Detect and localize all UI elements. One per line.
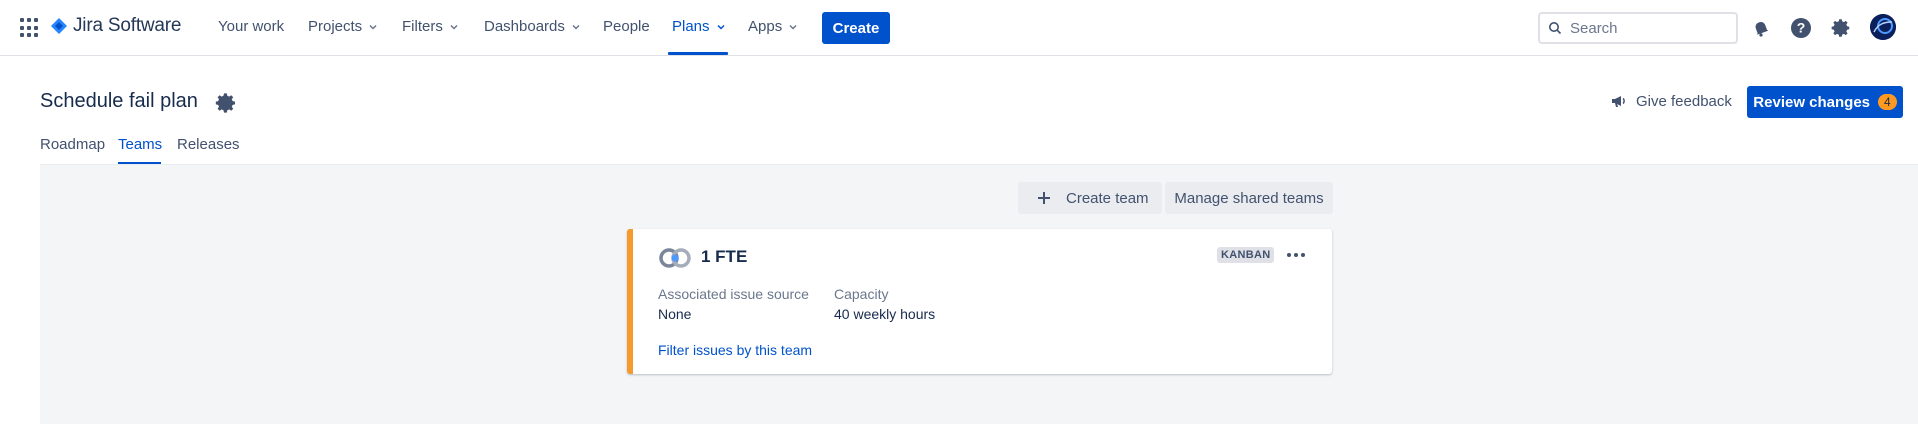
create-team-label: Create team bbox=[1066, 189, 1149, 207]
create-button[interactable]: Create bbox=[822, 12, 890, 44]
nav-label: Apps bbox=[748, 18, 783, 35]
question-circle-icon: ? bbox=[1791, 18, 1811, 38]
jira-diamond-icon bbox=[51, 18, 67, 34]
team-type-badge: KANBAN bbox=[1217, 247, 1275, 263]
gear-icon bbox=[1831, 19, 1850, 37]
gear-icon bbox=[215, 93, 235, 113]
nav-your-work[interactable]: Your work bbox=[218, 18, 284, 35]
nav-label: Filters bbox=[402, 18, 443, 35]
review-changes-count-badge: 4 bbox=[1878, 94, 1897, 110]
team-card: 1 FTE KANBAN Associated issue source Non… bbox=[627, 229, 1332, 374]
nav-dashboards[interactable]: Dashboards bbox=[484, 18, 581, 35]
nav-label: Projects bbox=[308, 18, 363, 35]
chevron-down-icon bbox=[369, 24, 377, 30]
capacity-label: Capacity bbox=[834, 286, 889, 302]
issue-source-value: None bbox=[658, 306, 692, 322]
active-nav-indicator bbox=[668, 52, 728, 55]
nav-label: Dashboards bbox=[484, 18, 565, 35]
chevron-down-icon bbox=[450, 24, 458, 30]
user-avatar[interactable] bbox=[1870, 14, 1896, 40]
nav-apps[interactable]: Apps bbox=[748, 18, 798, 35]
nav-label: Your work bbox=[218, 18, 285, 35]
create-team-button[interactable]: Create team bbox=[1018, 182, 1162, 214]
top-navigation: Jira Software Your work Projects Filters… bbox=[0, 0, 1918, 56]
chevron-down-icon bbox=[789, 24, 797, 30]
manage-shared-teams-button[interactable]: Manage shared teams bbox=[1165, 182, 1333, 214]
chevron-down-icon bbox=[572, 24, 580, 30]
plan-settings-icon[interactable] bbox=[214, 91, 238, 115]
filter-issues-link[interactable]: Filter issues by this team bbox=[658, 342, 812, 358]
review-changes-button[interactable]: Review changes 4 bbox=[1747, 86, 1903, 118]
nav-plans[interactable]: Plans bbox=[672, 18, 726, 35]
more-actions-button[interactable] bbox=[1283, 245, 1309, 265]
search-icon bbox=[1549, 22, 1562, 35]
nav-label: Plans bbox=[672, 18, 710, 35]
page-title: Schedule fail plan bbox=[40, 90, 198, 112]
app-switcher-icon[interactable] bbox=[20, 18, 40, 38]
app-name: Jira Software bbox=[73, 15, 182, 36]
more-dot-icon bbox=[1301, 253, 1305, 257]
nav-projects[interactable]: Projects bbox=[308, 18, 378, 35]
help-icon[interactable]: ? bbox=[1788, 15, 1814, 41]
nav-filters[interactable]: Filters bbox=[402, 18, 459, 35]
search-input[interactable] bbox=[1570, 19, 1720, 37]
more-dot-icon bbox=[1287, 253, 1291, 257]
plus-icon bbox=[1038, 192, 1050, 204]
team-name: 1 FTE bbox=[701, 247, 748, 266]
give-feedback-label: Give feedback bbox=[1636, 92, 1732, 110]
tab-roadmap[interactable]: Roadmap bbox=[40, 136, 105, 153]
svg-text:?: ? bbox=[1797, 20, 1806, 36]
review-changes-label: Review changes bbox=[1753, 93, 1871, 111]
avatar-image-icon bbox=[1870, 14, 1896, 40]
tab-teams[interactable]: Teams bbox=[118, 136, 162, 153]
notifications-icon[interactable] bbox=[1748, 15, 1774, 41]
chevron-down-icon bbox=[717, 24, 725, 30]
settings-icon[interactable] bbox=[1828, 15, 1854, 41]
search-box[interactable] bbox=[1538, 12, 1738, 44]
megaphone-icon bbox=[1612, 96, 1625, 107]
issue-source-label: Associated issue source bbox=[658, 286, 809, 302]
nav-label: People bbox=[603, 18, 650, 35]
give-feedback-button[interactable]: Give feedback bbox=[1610, 92, 1732, 110]
jira-logo[interactable]: Jira Software bbox=[51, 15, 181, 37]
team-rings-icon bbox=[659, 248, 691, 268]
tab-releases[interactable]: Releases bbox=[177, 136, 240, 153]
more-dot-icon bbox=[1294, 253, 1298, 257]
megaphone-bell-icon bbox=[1755, 21, 1769, 37]
capacity-value: 40 weekly hours bbox=[834, 306, 936, 322]
nav-people[interactable]: People bbox=[603, 18, 650, 35]
